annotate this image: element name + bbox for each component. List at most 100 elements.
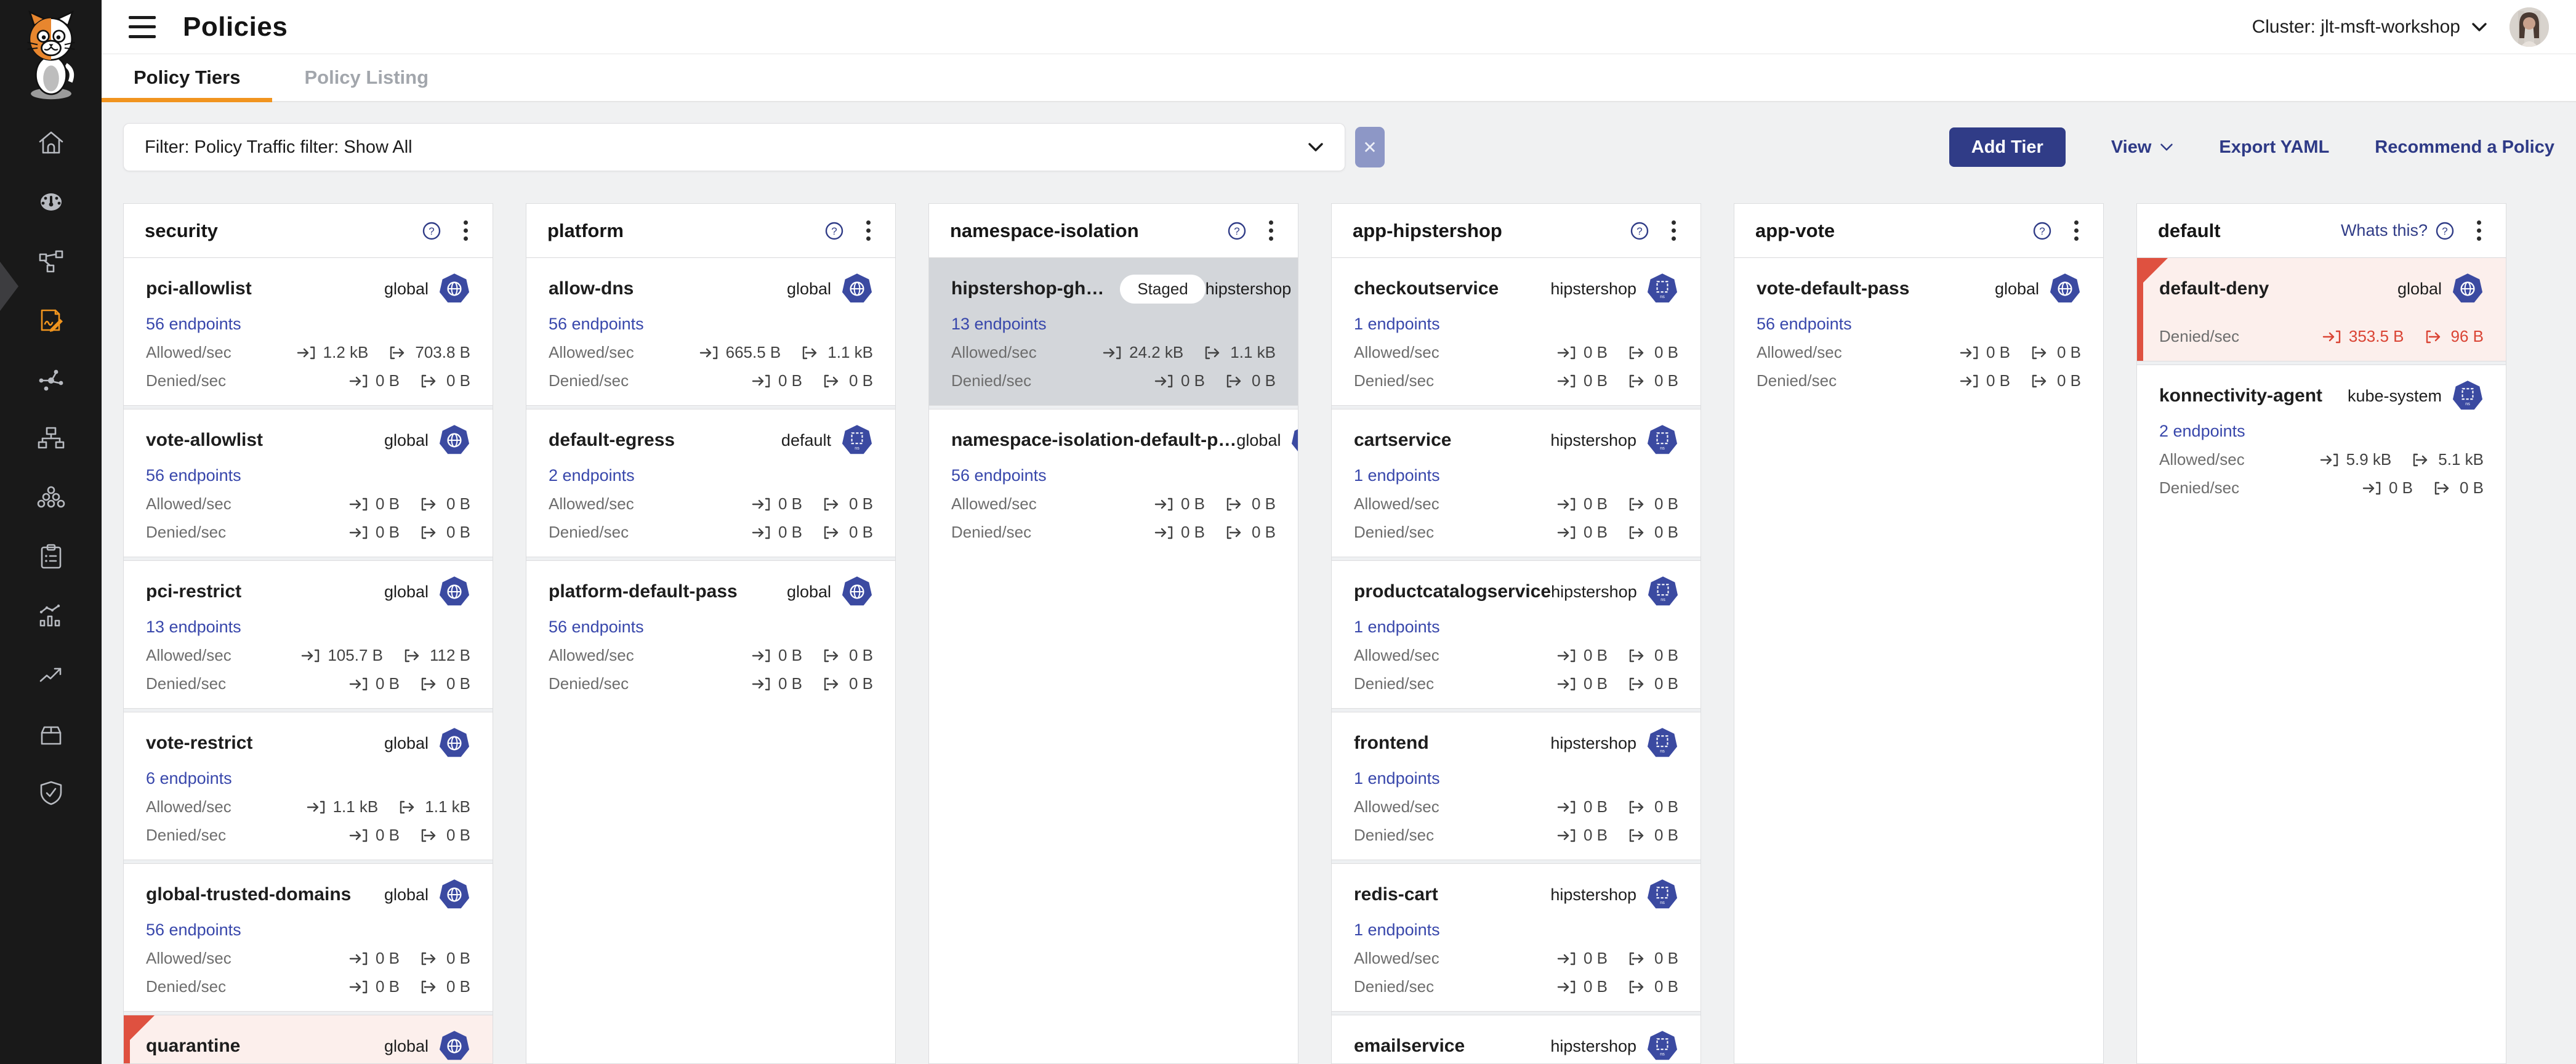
policy-card[interactable]: namespace-isolation-default-p… global 56… xyxy=(929,409,1298,557)
sidebar-item-flow-graph[interactable] xyxy=(0,350,102,409)
ingress-icon xyxy=(751,676,772,692)
policy-card[interactable]: vote-allowlist global 56 endpoints Allow… xyxy=(124,409,493,557)
endpoints-link[interactable]: 56 endpoints xyxy=(549,315,644,334)
metric-row: Allowed/sec0 B0 B xyxy=(1354,949,1678,968)
ingress-metric: 105.7 B xyxy=(300,646,383,665)
sidebar-item-packages[interactable] xyxy=(0,704,102,764)
endpoints-link[interactable]: 2 endpoints xyxy=(2159,422,2245,441)
svg-text:?: ? xyxy=(1234,225,1239,237)
endpoints-link[interactable]: 56 endpoints xyxy=(549,618,644,637)
whats-this-link[interactable]: ? xyxy=(817,221,844,241)
whats-this-link[interactable]: ? xyxy=(1220,221,1247,241)
tier-menu-button[interactable] xyxy=(1265,217,1277,244)
clear-filter-button[interactable]: ✕ xyxy=(1355,127,1385,167)
sidebar-item-trends[interactable] xyxy=(0,645,102,704)
export-yaml-button[interactable]: Export YAML xyxy=(2219,137,2329,158)
tab-policy-listing[interactable]: Policy Listing xyxy=(272,54,461,101)
namespace-badge-icon: ns xyxy=(1646,727,1678,759)
sidebar-item-network-tree[interactable] xyxy=(0,409,102,468)
policies-icon xyxy=(37,306,65,334)
egress-metric: 1.1 kB xyxy=(800,343,873,362)
egress-metric: 0 B xyxy=(1627,646,1678,665)
sidebar-item-cluster-nodes[interactable] xyxy=(0,468,102,527)
tier-menu-button[interactable] xyxy=(2071,217,2082,244)
endpoints-link[interactable]: 13 endpoints xyxy=(951,315,1047,334)
policy-card[interactable]: allow-dns global 56 endpoints Allowed/se… xyxy=(526,258,895,405)
tier-menu-button[interactable] xyxy=(2473,217,2485,244)
sidebar-item-dashboard[interactable] xyxy=(0,172,102,232)
policy-filter-select[interactable]: Filter: Policy Traffic filter: Show All xyxy=(123,123,1345,171)
endpoints-link[interactable]: 1 endpoints xyxy=(1354,315,1440,334)
policy-card[interactable]: default-deny global Denied/sec353.5 B96 … xyxy=(2137,258,2506,361)
policy-card[interactable]: productcatalogservice hipstershop ns 1 e… xyxy=(1332,561,1701,708)
endpoints-link[interactable]: 2 endpoints xyxy=(549,466,635,485)
ingress-value: 0 B xyxy=(1584,674,1608,693)
policy-card[interactable]: konnectivity-agent kube-system ns 2 endp… xyxy=(2137,365,2506,512)
endpoints-link[interactable]: 1 endpoints xyxy=(1354,921,1440,940)
endpoints-link[interactable]: 6 endpoints xyxy=(146,769,232,788)
policy-scope-label: global xyxy=(384,431,438,450)
policy-card[interactable]: default-egress default ns 2 endpoints Al… xyxy=(526,409,895,557)
ingress-metric: 0 B xyxy=(1556,523,1608,542)
policy-card[interactable]: pci-allowlist global 56 endpoints Allowe… xyxy=(124,258,493,405)
sidebar-item-stats[interactable] xyxy=(0,586,102,645)
ingress-icon xyxy=(348,828,369,844)
sidebar-item-compliance[interactable] xyxy=(0,527,102,586)
egress-value: 96 B xyxy=(2451,327,2484,346)
policy-card[interactable]: quarantine global 0 endpoints xyxy=(124,1015,493,1064)
policy-metrics: Allowed/sec0 B0 BDenied/sec0 B0 B xyxy=(951,494,1276,542)
policy-card[interactable]: redis-cart hipstershop ns 1 endpoints Al… xyxy=(1332,864,1701,1011)
egress-icon xyxy=(822,648,843,664)
whats-this-link[interactable]: Whats this? ? xyxy=(2341,221,2455,241)
whats-this-link[interactable]: ? xyxy=(1622,221,1649,241)
ingress-icon xyxy=(1154,525,1175,541)
view-menu-button[interactable]: View xyxy=(2111,137,2174,158)
metric-label: Denied/sec xyxy=(146,674,226,693)
policy-card[interactable]: vote-restrict global 6 endpoints Allowed… xyxy=(124,712,493,860)
endpoints-link[interactable]: 56 endpoints xyxy=(146,921,241,940)
endpoints-link[interactable]: 1 endpoints xyxy=(1354,618,1440,637)
user-avatar[interactable] xyxy=(2510,7,2549,47)
endpoints-link[interactable]: 56 endpoints xyxy=(1757,315,1852,334)
endpoints-link[interactable]: 1 endpoints xyxy=(1354,769,1440,788)
whats-this-link[interactable]: ? xyxy=(2025,221,2052,241)
ingress-metric: 0 B xyxy=(1556,343,1608,362)
cluster-selector[interactable]: Cluster: jlt-msft-workshop xyxy=(2252,17,2487,38)
tier-menu-button[interactable] xyxy=(863,217,874,244)
whats-this-link[interactable]: ? xyxy=(414,221,441,241)
ingress-metric: 1.2 kB xyxy=(296,343,369,362)
sidebar-item-home[interactable] xyxy=(0,113,102,172)
endpoints-link[interactable]: 1 endpoints xyxy=(1354,466,1440,485)
policy-card[interactable]: platform-default-pass global 56 endpoint… xyxy=(526,561,895,708)
policy-card[interactable]: checkoutservice hipstershop ns 1 endpoin… xyxy=(1332,258,1701,405)
policy-name: platform-default-pass xyxy=(549,581,738,602)
sidebar-item-security[interactable] xyxy=(0,764,102,823)
recommend-policy-button[interactable]: Recommend a Policy xyxy=(2375,137,2554,158)
ingress-value: 0 B xyxy=(376,826,400,845)
global-badge-icon xyxy=(438,424,470,456)
egress-metric: 0 B xyxy=(1627,494,1678,514)
add-tier-button[interactable]: Add Tier xyxy=(1949,127,2066,167)
endpoints-link[interactable]: 56 endpoints xyxy=(951,466,1047,485)
menu-toggle-button[interactable] xyxy=(129,16,156,38)
policy-card[interactable]: vote-default-pass global 56 endpoints Al… xyxy=(1734,258,2103,405)
policy-card[interactable]: hipstershop-gh… Staged hipstershop ns 13… xyxy=(929,258,1298,405)
policy-card[interactable]: cartservice hipstershop ns 1 endpoints A… xyxy=(1332,409,1701,557)
endpoints-link[interactable]: 56 endpoints xyxy=(146,466,241,485)
policy-card[interactable]: frontend hipstershop ns 1 endpoints Allo… xyxy=(1332,712,1701,860)
calico-logo[interactable] xyxy=(0,0,102,105)
policy-card[interactable]: emailservice hipstershop ns 1 endpoints … xyxy=(1332,1015,1701,1064)
policy-card[interactable]: pci-restrict global 13 endpoints Allowed… xyxy=(124,561,493,708)
tab-policy-tiers[interactable]: Policy Tiers xyxy=(102,54,272,101)
egress-value: 0 B xyxy=(2057,371,2081,390)
egress-metric: 0 B xyxy=(2433,478,2484,498)
metric-label: Denied/sec xyxy=(146,371,226,390)
ingress-icon xyxy=(1102,345,1123,361)
policy-card[interactable]: global-trusted-domains global 56 endpoin… xyxy=(124,864,493,1011)
tier-menu-button[interactable] xyxy=(1668,217,1680,244)
tier-menu-button[interactable] xyxy=(460,217,472,244)
dashboard-gauge-icon xyxy=(37,188,65,216)
endpoints-link[interactable]: 13 endpoints xyxy=(146,618,241,637)
chevron-down-icon xyxy=(2160,143,2173,151)
endpoints-link[interactable]: 56 endpoints xyxy=(146,315,241,334)
